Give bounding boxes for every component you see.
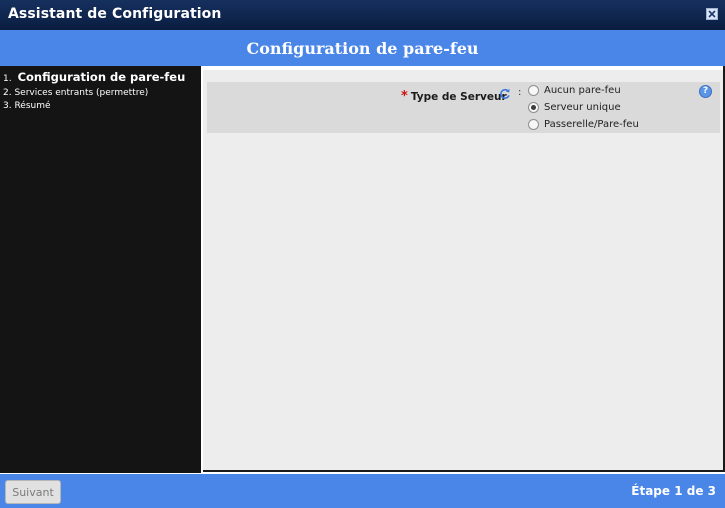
server-type-label-text: Type de Serveur [410,91,507,103]
next-button[interactable]: Suivant [5,480,61,504]
page-title: Configuration de pare-feu [246,38,479,58]
sidebar-step-2[interactable]: 2. Services entrants (permettre) [3,87,201,100]
radio-aucun-pare-feu[interactable]: Aucun pare-feu [528,83,621,97]
radio-circle[interactable] [528,84,539,96]
required-mark: * [401,89,408,104]
radio-circle[interactable] [528,118,539,130]
page-header: Configuration de pare-feu [0,30,725,66]
step-indicator: Étape 1 de 3 [631,484,716,498]
radio-circle-checked[interactable] [528,101,539,113]
radio-label: Passerelle/Pare-feu [544,118,639,130]
radio-serveur-unique[interactable]: Serveur unique [528,100,621,114]
window-title: Assistant de Configuration [8,6,222,22]
help-icon[interactable]: ? [699,85,712,98]
refresh-icon[interactable] [499,85,511,99]
radio-passerelle-pare-feu[interactable]: Passerelle/Pare-feu [528,117,639,131]
wizard-footer: Suivant Étape 1 de 3 [0,474,725,508]
content-top-strip [203,66,723,70]
main-content: * Type de Serveur : Aucun pare-feu Serveu… [203,66,725,472]
server-type-row: * Type de Serveur : Aucun pare-feu Serveu… [207,82,720,133]
step-label: Configuration de pare-feu [17,70,186,84]
field-separator: : [518,87,522,98]
window-titlebar: Assistant de Configuration [0,0,725,30]
sidebar-step-3[interactable]: 3. Résumé [3,100,201,113]
close-icon[interactable] [706,8,718,20]
server-type-label: * Type de Serveur [401,89,507,104]
sidebar-step-1[interactable]: 1. Configuration de pare-feu [3,70,201,87]
radio-label: Aucun pare-feu [544,84,621,96]
step-number: 1. [3,74,12,84]
steps-sidebar: 1. Configuration de pare-feu 2. Services … [0,66,201,473]
radio-label: Serveur unique [544,101,621,113]
